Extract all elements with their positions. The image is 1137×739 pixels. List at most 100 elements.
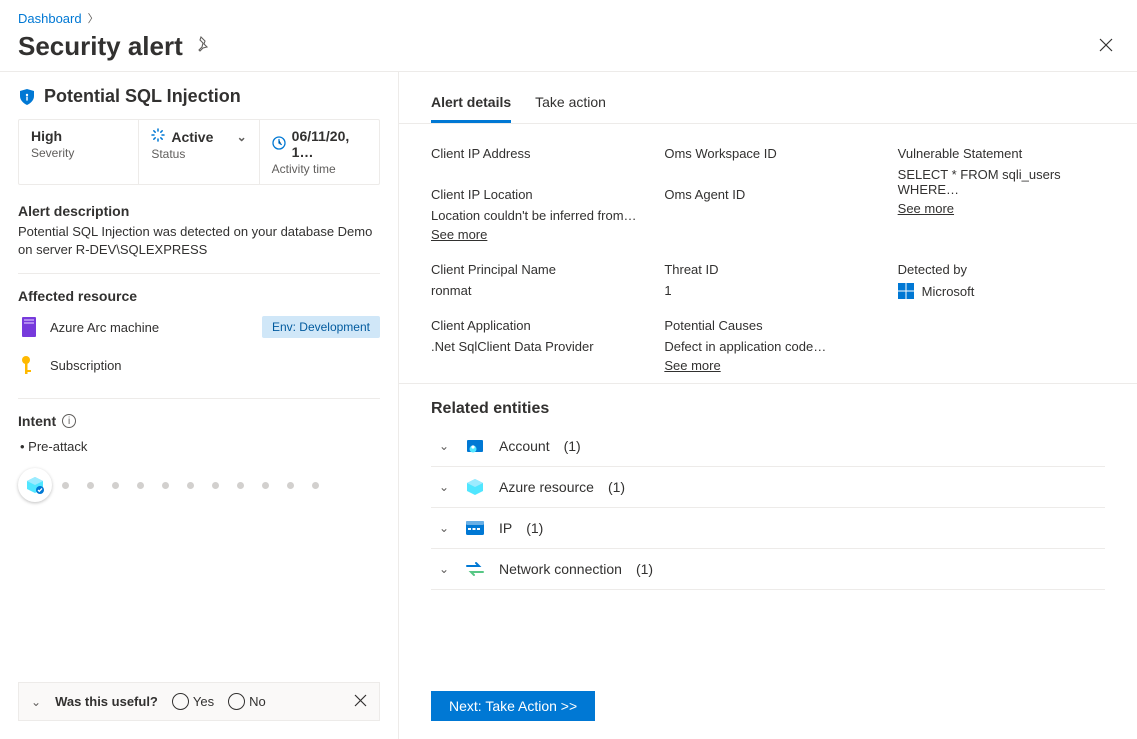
azure-resource-icon xyxy=(465,477,485,497)
field-label: Client IP Address xyxy=(431,146,638,161)
entity-label: IP xyxy=(499,520,512,536)
field-label: Client IP Location xyxy=(431,187,638,202)
shield-icon xyxy=(18,88,36,106)
field-value: 1 xyxy=(664,283,871,298)
field-label: Detected by xyxy=(898,262,1105,277)
intent-heading: Intent xyxy=(18,413,56,429)
activity-time-label: Activity time xyxy=(272,162,367,176)
affected-resource-row[interactable]: Azure Arc machine Env: Development xyxy=(18,308,380,346)
network-connection-icon xyxy=(465,559,485,579)
page-title: Security alert xyxy=(18,31,183,62)
close-icon[interactable] xyxy=(1093,30,1119,63)
affected-resource-name: Azure Arc machine xyxy=(50,320,159,335)
chevron-down-icon: ⌄ xyxy=(437,439,451,453)
tabs: Alert details Take action xyxy=(399,72,1137,124)
feedback-no[interactable]: No xyxy=(228,693,266,710)
breadcrumb-root[interactable]: Dashboard xyxy=(18,11,82,26)
field-label: Client Application xyxy=(431,318,638,333)
tab-take-action[interactable]: Take action xyxy=(535,94,606,123)
entity-count: (1) xyxy=(608,479,625,495)
related-entities-heading: Related entities xyxy=(431,400,1105,418)
spinner-icon xyxy=(151,128,165,145)
entity-count: (1) xyxy=(526,520,543,536)
left-panel: Potential SQL Injection High Severity Ac… xyxy=(0,72,399,739)
severity-cell: High Severity xyxy=(19,120,139,184)
intent-item: Pre-attack xyxy=(20,439,380,454)
close-icon[interactable] xyxy=(354,694,367,710)
field-potential-causes: Potential Causes Defect in application c… xyxy=(664,318,871,373)
chevron-down-icon[interactable]: ⌄ xyxy=(31,695,41,709)
field-client-principal-name: Client Principal Name ronmat xyxy=(431,262,638,298)
field-value: Defect in application code… xyxy=(664,339,871,354)
tab-alert-details[interactable]: Alert details xyxy=(431,94,511,123)
entity-row-ip[interactable]: ⌄ IP (1) xyxy=(431,508,1105,549)
entity-label: Account xyxy=(499,438,550,454)
key-icon xyxy=(18,354,40,376)
subscription-label: Subscription xyxy=(50,358,122,373)
chevron-right-icon: 〉 xyxy=(88,10,99,26)
clock-icon xyxy=(272,136,286,153)
chevron-down-icon: ⌄ xyxy=(437,521,451,535)
account-icon xyxy=(465,436,485,456)
entity-row-account[interactable]: ⌄ Account (1) xyxy=(431,426,1105,467)
chevron-down-icon: ⌄ xyxy=(437,480,451,494)
field-value: Location couldn't be inferred from… xyxy=(431,208,638,223)
field-threat-id: Threat ID 1 xyxy=(664,262,871,298)
description-heading: Alert description xyxy=(18,203,380,219)
feedback-bar: ⌄ Was this useful? Yes No xyxy=(18,682,380,721)
entity-count: (1) xyxy=(636,561,653,577)
chevron-down-icon: ⌄ xyxy=(437,562,451,576)
field-client-ip-location: Client IP Location Location couldn't be … xyxy=(431,187,638,242)
entity-row-network-connection[interactable]: ⌄ Network connection (1) xyxy=(431,549,1105,590)
feedback-yes-label: Yes xyxy=(193,694,214,709)
alert-title: Potential SQL Injection xyxy=(44,86,241,107)
summary-row: High Severity Active ⌄ Status xyxy=(18,119,380,185)
info-icon[interactable]: i xyxy=(62,414,76,428)
affected-heading: Affected resource xyxy=(18,288,380,304)
feedback-question: Was this useful? xyxy=(55,694,158,709)
field-oms-workspace-id: Oms Workspace ID xyxy=(664,146,871,167)
field-client-application: Client Application .Net SqlClient Data P… xyxy=(431,318,638,373)
timeline-node-icon xyxy=(18,468,52,502)
see-more-link[interactable]: See more xyxy=(664,358,720,373)
chevron-down-icon[interactable]: ⌄ xyxy=(237,130,247,144)
pin-icon[interactable] xyxy=(195,36,211,57)
severity-label: Severity xyxy=(31,146,126,160)
field-value: Microsoft xyxy=(922,284,975,299)
field-value: ronmat xyxy=(431,283,638,298)
field-vulnerable-statement: Vulnerable Statement SELECT * FROM sqli_… xyxy=(898,146,1105,242)
field-label: Oms Workspace ID xyxy=(664,146,871,161)
right-panel: Alert details Take action Client IP Addr… xyxy=(399,72,1137,739)
field-oms-agent-id: Oms Agent ID xyxy=(664,187,871,242)
status-cell[interactable]: Active ⌄ Status xyxy=(139,120,259,184)
see-more-link[interactable]: See more xyxy=(898,201,954,216)
feedback-yes[interactable]: Yes xyxy=(172,693,214,710)
field-label: Client Principal Name xyxy=(431,262,638,277)
server-icon xyxy=(18,316,40,338)
status-label: Status xyxy=(151,147,246,161)
next-take-action-button[interactable]: Next: Take Action >> xyxy=(431,691,595,721)
field-label: Vulnerable Statement xyxy=(898,146,1105,161)
status-value: Active xyxy=(171,129,213,145)
feedback-no-label: No xyxy=(249,694,266,709)
intent-timeline xyxy=(18,468,380,502)
entity-count: (1) xyxy=(564,438,581,454)
env-tag: Env: Development xyxy=(262,316,380,338)
field-detected-by: Detected by Microsoft xyxy=(898,262,1105,373)
entity-row-azure-resource[interactable]: ⌄ Azure resource (1) xyxy=(431,467,1105,508)
description-text: Potential SQL Injection was detected on … xyxy=(18,223,380,259)
field-label: Oms Agent ID xyxy=(664,187,871,202)
field-value: SELECT * FROM sqli_users WHERE… xyxy=(898,167,1105,197)
subscription-row[interactable]: Subscription xyxy=(18,346,380,384)
see-more-link[interactable]: See more xyxy=(431,227,487,242)
entity-label: Network connection xyxy=(499,561,622,577)
field-client-ip-address: Client IP Address xyxy=(431,146,638,167)
severity-value: High xyxy=(31,128,126,144)
breadcrumb: Dashboard 〉 xyxy=(0,0,1137,26)
field-label: Threat ID xyxy=(664,262,871,277)
activity-time-value: 06/11/20, 1… xyxy=(292,128,367,160)
alert-details-grid: Client IP Address Oms Workspace ID Vulne… xyxy=(399,124,1137,384)
related-entities-section: Related entities ⌄ Account (1) ⌄ Azure r… xyxy=(399,384,1137,590)
field-value: .Net SqlClient Data Provider xyxy=(431,339,638,354)
title-bar: Security alert xyxy=(0,26,1137,71)
